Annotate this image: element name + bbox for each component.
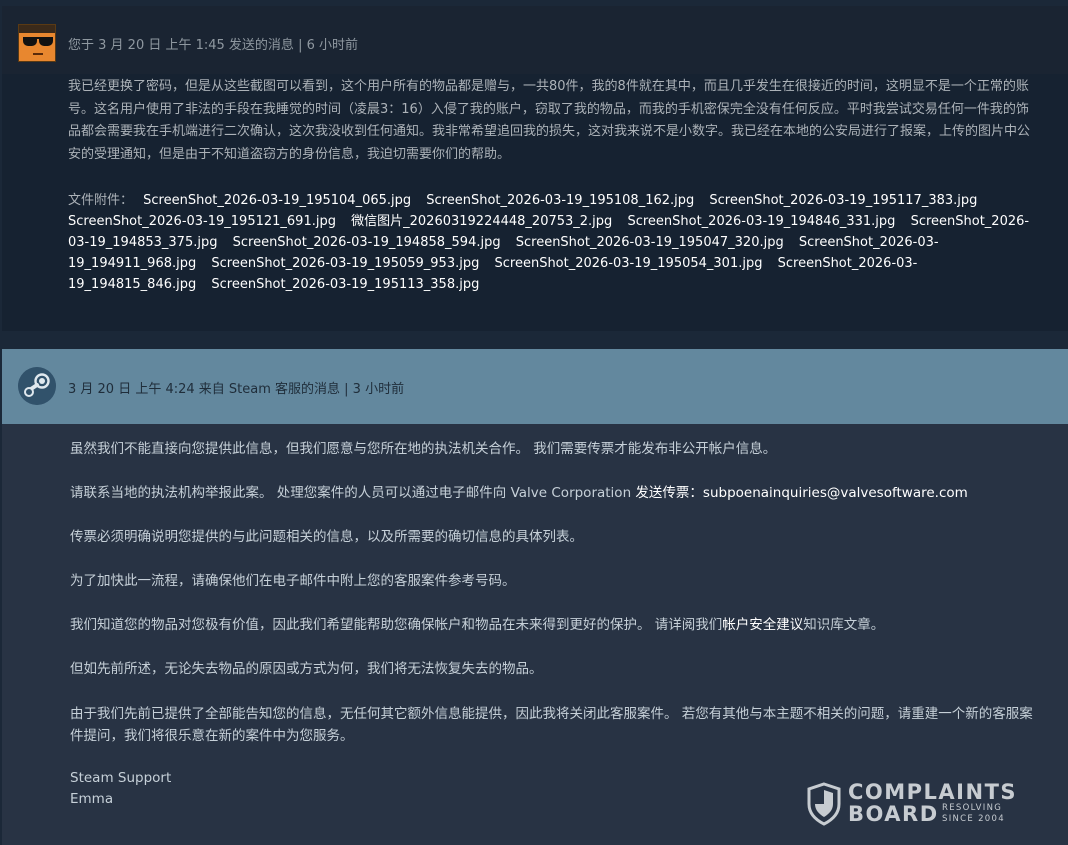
support-paragraph: 传票必须明确说明您提供的与此问题相关的信息，以及所需要的确切信息的具体列表。 [70, 529, 583, 545]
attachments-label: 文件附件： [68, 193, 134, 208]
attachments-list: 文件附件： ScreenShot_2026-03-19_195104_065.j… [68, 190, 1036, 295]
attachment-link[interactable]: ScreenShot_2026-03-19_195121_691.jpg [68, 214, 336, 229]
signature-team: Steam Support [70, 770, 172, 786]
attachment-link[interactable]: ScreenShot_2026-03-19_195113_358.jpg [211, 277, 479, 292]
support-paragraph: 我们知道您的物品对您极有价值，因此我们希望能帮助您确保帐户和物品在未来得到更好的… [70, 614, 1040, 636]
support-message-meta: 3 月 20 日 上午 4:24 来自 Steam 客服的消息 | 3 小时前 [68, 382, 405, 397]
watermark-line1: COMPLAINTS [848, 780, 1018, 804]
attachment-link[interactable]: ScreenShot_2026-03-19_195047_320.jpg [516, 235, 784, 250]
watermark-tagline-2: SINCE 2004 [942, 814, 1005, 824]
attachment-link[interactable]: ScreenShot_2026-03-19_195104_065.jpg [143, 193, 411, 208]
subpoena-email: 发送传票：subpoenainquiries@valvesoftware.com [635, 485, 968, 501]
user-avatar[interactable] [18, 24, 56, 62]
user-message-body: 我已经更换了密码，但是从这些截图可以看到，这个用户所有的物品都是赠与，一共80件… [68, 79, 1031, 162]
user-message-meta: 您于 3 月 20 日 上午 1:45 发送的消息 | 6 小时前 [68, 38, 358, 53]
support-paragraph: 但如先前所述，无论失去物品的原因或方式为何，我们将无法恢复失去的物品。 [70, 661, 543, 677]
watermark-tagline-1: RESOLVING [942, 803, 1003, 813]
support-paragraph: 请联系当地的执法机构举报此案。 处理您案件的人员可以通过电子邮件向 Valve … [70, 482, 1040, 504]
support-paragraph: 由于我们先前已提供了全部能告知您的信息，无任何其它额外信息能提供，因此我将关闭此… [70, 706, 1033, 744]
support-paragraph: 为了加快此一流程，请确保他们在电子邮件中附上您的客服案件参考号码。 [70, 573, 516, 589]
shield-icon [807, 782, 841, 826]
attachment-link[interactable]: 微信图片_20260319224448_20753_2.jpg [351, 214, 612, 229]
watermark: COMPLAINTS BOARD RESOLVING SINCE 2004 [806, 780, 1021, 828]
attachment-link[interactable]: ScreenShot_2026-03-19_194846_331.jpg [627, 214, 895, 229]
signature-agent: Emma [70, 791, 114, 807]
attachment-link[interactable]: ScreenShot_2026-03-19_195117_383.jpg [709, 193, 977, 208]
attachment-link[interactable]: ScreenShot_2026-03-19_195108_162.jpg [426, 193, 694, 208]
support-paragraph-text: 请联系当地的执法机构举报此案。 处理您案件的人员可以通过电子邮件向 Valve … [70, 485, 636, 501]
steam-logo-icon [18, 367, 56, 405]
support-paragraph-text: 知识库文章。 [803, 617, 885, 633]
watermark-line3: RESOLVING SINCE 2004 [942, 803, 1005, 825]
support-paragraph-text: 我们知道您的物品对您极有价值，因此我们希望能帮助您确保帐户和物品在未来得到更好的… [70, 617, 723, 633]
attachment-link[interactable]: ScreenShot_2026-03-19_194858_594.jpg [233, 235, 501, 250]
support-paragraph: 虽然我们不能直接向您提供此信息，但我们愿意与您所在地的执法机关合作。 我们需要传… [70, 441, 777, 457]
attachment-link[interactable]: ScreenShot_2026-03-19_195059_953.jpg [211, 256, 479, 271]
account-security-link[interactable]: 帐户安全建议 [722, 617, 803, 633]
attachment-link[interactable]: ScreenShot_2026-03-19_195054_301.jpg [495, 256, 763, 271]
watermark-line2: BOARD [848, 802, 939, 826]
